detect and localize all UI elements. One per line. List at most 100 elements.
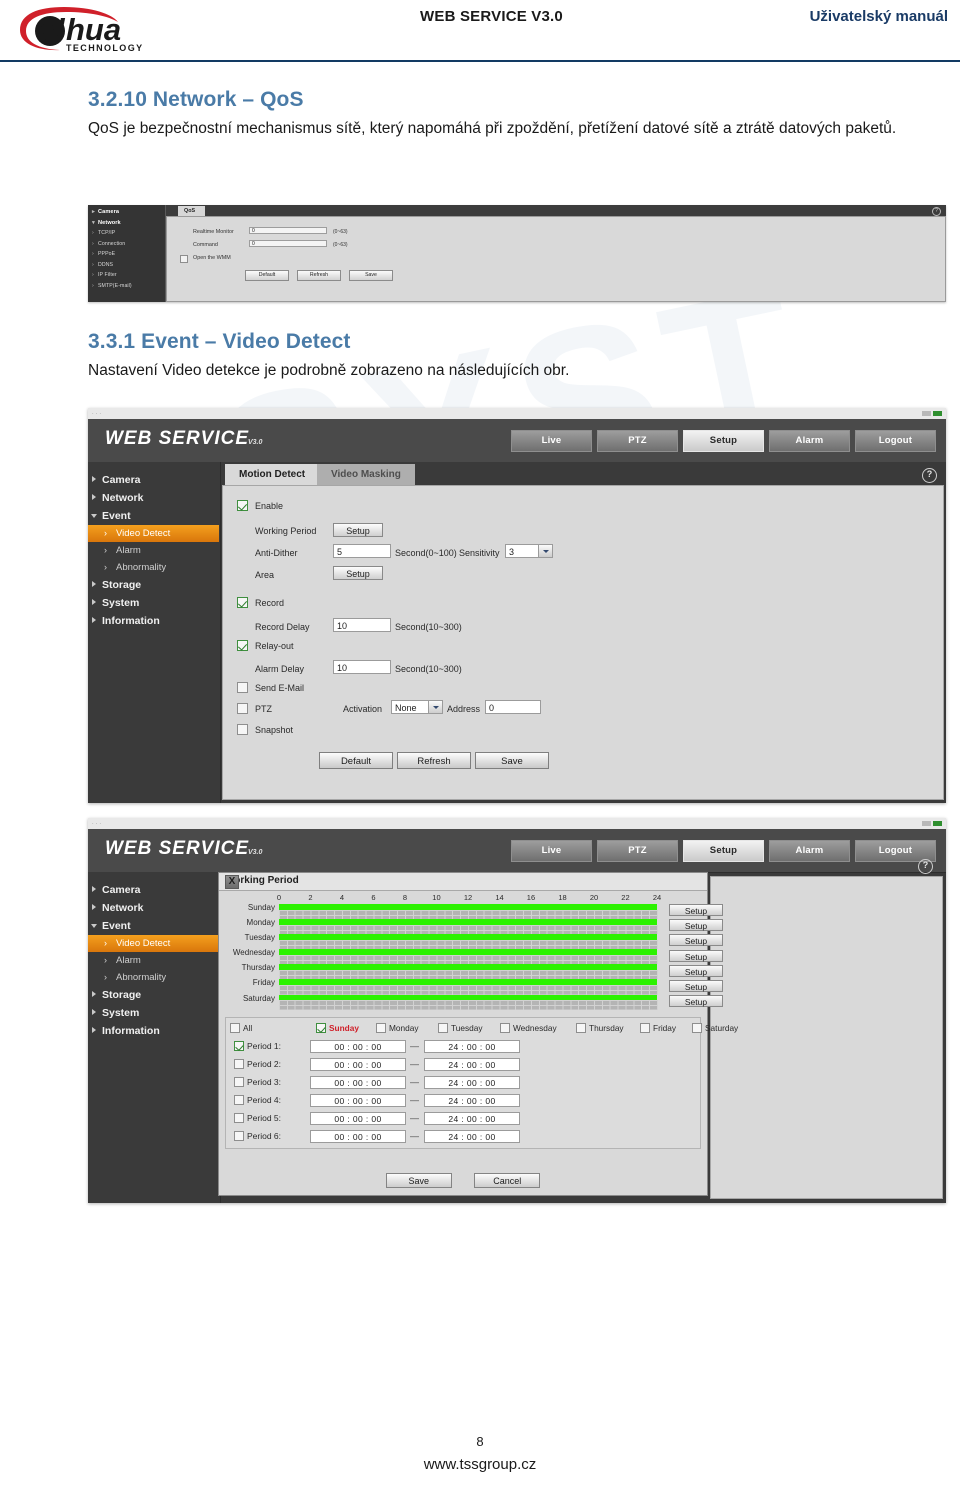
setup-button-tuesday[interactable]: Setup	[669, 934, 723, 947]
qos-sidebar-item-network[interactable]: ▾ Network	[90, 218, 165, 229]
period-checkbox-3[interactable]: Period 3:	[234, 1077, 281, 1088]
schedule-grid[interactable]: Sunday Monday Tuesday Wednesday Thursday…	[233, 904, 658, 1010]
period-start-5[interactable]: 00 : 00 : 00	[310, 1112, 406, 1125]
window-buttons[interactable]	[922, 821, 942, 826]
schedule-row-sunday[interactable]: Sunday	[248, 904, 658, 920]
tab-motion-detect[interactable]: Motion Detect	[225, 464, 320, 485]
setup-button-saturday[interactable]: Setup	[669, 995, 723, 1008]
schedule-cells[interactable]	[279, 924, 658, 935]
period-end-6[interactable]: 24 : 00 : 00	[424, 1130, 520, 1143]
working-period-setup-button[interactable]: Setup	[333, 523, 383, 537]
help-icon[interactable]: ?	[932, 207, 941, 216]
save-button[interactable]: Save	[475, 752, 549, 769]
period-start-2[interactable]: 00 : 00 : 00	[310, 1058, 406, 1071]
period-end-1[interactable]: 24 : 00 : 00	[424, 1040, 520, 1053]
activation-select[interactable]: None	[391, 700, 443, 714]
schedule-row-thursday[interactable]: Thursday	[242, 964, 658, 980]
qos-default-button[interactable]: Default	[245, 270, 289, 281]
sidebar-item-event[interactable]: Event	[88, 507, 220, 525]
period-checkbox-4[interactable]: Period 4:	[234, 1095, 281, 1106]
period-start-1[interactable]: 00 : 00 : 00	[310, 1040, 406, 1053]
qos-sidebar-item-tcpip[interactable]: › TCP/IP	[90, 228, 165, 239]
tab-video-masking[interactable]: Video Masking	[317, 464, 415, 485]
schedule-row-tuesday[interactable]: Tuesday	[245, 934, 658, 950]
sidebar-item-network[interactable]: Network	[88, 899, 220, 917]
qos-wmm-checkbox[interactable]	[180, 255, 188, 263]
nav-setup-button[interactable]: Setup	[683, 430, 764, 452]
sidebar-item-network[interactable]: Network	[88, 489, 220, 507]
help-icon[interactable]: ?	[918, 859, 933, 874]
close-icon[interactable]: X	[225, 875, 239, 889]
schedule-row-monday[interactable]: Monday	[247, 919, 658, 935]
period-end-3[interactable]: 24 : 00 : 00	[424, 1076, 520, 1089]
day-checkbox-friday[interactable]: Friday	[640, 1023, 676, 1034]
qos-realtime-monitor-input[interactable]: 0	[249, 227, 327, 234]
snapshot-checkbox[interactable]	[237, 724, 248, 735]
qos-save-button[interactable]: Save	[349, 270, 393, 281]
schedule-cells[interactable]	[279, 909, 658, 920]
schedule-row-saturday[interactable]: Saturday	[243, 994, 658, 1010]
sidebar-item-alarm[interactable]: › Alarm	[88, 542, 220, 559]
sidebar-item-video-detect[interactable]: › Video Detect	[88, 525, 219, 542]
period-checkbox-5[interactable]: Period 5:	[234, 1113, 281, 1124]
period-end-4[interactable]: 24 : 00 : 00	[424, 1094, 520, 1107]
period-checkbox-1[interactable]: Period 1:	[234, 1041, 281, 1052]
schedule-row-wednesday[interactable]: Wednesday	[233, 949, 658, 965]
nav-live-button[interactable]: Live	[511, 840, 592, 862]
schedule-cells[interactable]	[279, 939, 658, 950]
address-input[interactable]: 0	[485, 700, 541, 714]
qos-command-input[interactable]: 0	[249, 240, 327, 247]
dialog-save-button[interactable]: Save	[385, 1173, 452, 1188]
window-buttons[interactable]	[922, 411, 942, 416]
area-setup-button[interactable]: Setup	[333, 566, 383, 580]
relay-out-checkbox[interactable]	[237, 640, 248, 651]
setup-button-wednesday[interactable]: Setup	[669, 949, 723, 962]
help-icon[interactable]: ?	[922, 468, 937, 483]
schedule-cells[interactable]	[279, 954, 658, 965]
send-email-checkbox[interactable]	[237, 682, 248, 693]
sidebar-item-storage[interactable]: Storage	[88, 986, 220, 1004]
qos-tab[interactable]: QoS	[178, 206, 206, 216]
setup-button-thursday[interactable]: Setup	[669, 964, 723, 977]
sidebar-item-information[interactable]: Information	[88, 1022, 220, 1040]
nav-ptz-button[interactable]: PTZ	[597, 840, 678, 862]
nav-logout-button[interactable]: Logout	[855, 430, 936, 452]
day-checkbox-thursday[interactable]: Thursday	[576, 1023, 624, 1034]
period-end-2[interactable]: 24 : 00 : 00	[424, 1058, 520, 1071]
day-checkbox-wednesday[interactable]: Wednesday	[500, 1023, 557, 1034]
sidebar-item-abnormality[interactable]: › Abnormality	[88, 559, 220, 576]
sensitivity-select[interactable]: 3	[505, 544, 553, 558]
qos-sidebar-item-connection[interactable]: › Connection	[90, 239, 165, 250]
sidebar-item-video-detect[interactable]: › Video Detect	[88, 935, 219, 952]
sidebar-item-event[interactable]: Event	[88, 917, 220, 935]
period-start-3[interactable]: 00 : 00 : 00	[310, 1076, 406, 1089]
setup-button-sunday[interactable]: Setup	[669, 904, 723, 916]
nav-setup-button[interactable]: Setup	[683, 840, 764, 862]
day-checkbox-monday[interactable]: Monday	[376, 1023, 419, 1034]
refresh-button[interactable]: Refresh	[397, 752, 471, 769]
sidebar-item-abnormality[interactable]: › Abnormality	[88, 969, 220, 986]
schedule-cells[interactable]	[279, 1000, 658, 1010]
ptz-checkbox[interactable]	[237, 703, 248, 714]
qos-sidebar-item-ip-filter[interactable]: › IP Filter	[90, 270, 165, 281]
period-checkbox-6[interactable]: Period 6:	[234, 1131, 281, 1142]
period-start-4[interactable]: 00 : 00 : 00	[310, 1094, 406, 1107]
dialog-cancel-button[interactable]: Cancel	[474, 1173, 541, 1188]
nav-alarm-button[interactable]: Alarm	[769, 430, 850, 452]
sidebar-item-alarm[interactable]: › Alarm	[88, 952, 220, 969]
sidebar-item-system[interactable]: System	[88, 594, 220, 612]
setup-button-friday[interactable]: Setup	[669, 979, 723, 992]
sidebar-item-camera[interactable]: Camera	[88, 881, 220, 899]
setup-button-monday[interactable]: Setup	[669, 919, 723, 932]
period-end-5[interactable]: 24 : 00 : 00	[424, 1112, 520, 1125]
schedule-row-friday[interactable]: Friday	[253, 979, 658, 995]
sidebar-item-storage[interactable]: Storage	[88, 576, 220, 594]
nav-alarm-button[interactable]: Alarm	[769, 840, 850, 862]
day-checkbox-all[interactable]: All	[230, 1023, 252, 1034]
nav-ptz-button[interactable]: PTZ	[597, 430, 678, 452]
record-delay-input[interactable]: 10	[333, 618, 391, 632]
period-start-6[interactable]: 00 : 00 : 00	[310, 1130, 406, 1143]
qos-sidebar-item-camera[interactable]: ▸ Camera	[90, 207, 165, 218]
qos-sidebar-item-pppoe[interactable]: › PPPoE	[90, 249, 165, 260]
alarm-delay-input[interactable]: 10	[333, 660, 391, 674]
